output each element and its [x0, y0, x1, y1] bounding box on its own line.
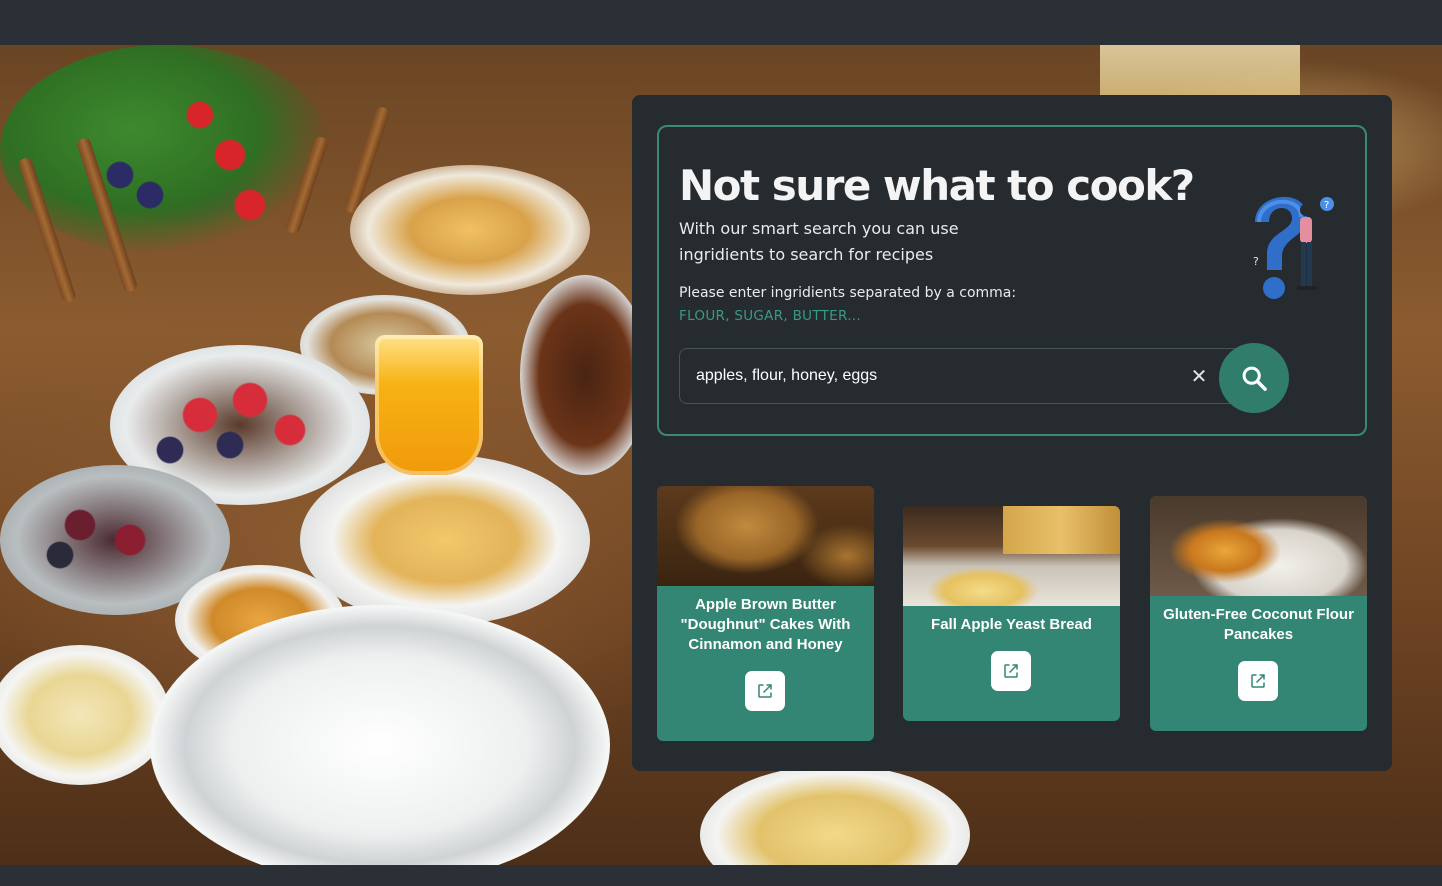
subtitle: With our smart search you can use ingrid…	[679, 219, 959, 264]
search-input[interactable]	[680, 349, 1180, 403]
search-icon	[1242, 366, 1267, 391]
recipe-title: Gluten-Free Coconut Flour Pancakes	[1163, 606, 1354, 643]
open-recipe-button[interactable]	[991, 651, 1031, 691]
recipe-card[interactable]: Gluten-Free Coconut Flour Pancakes	[1150, 496, 1367, 731]
recipe-image	[657, 486, 874, 586]
open-recipe-button[interactable]	[745, 671, 785, 711]
close-icon[interactable]: ✕	[1187, 364, 1211, 388]
bottom-bar	[0, 865, 1442, 886]
pasta-plate	[350, 165, 590, 295]
instruction-text: Please enter ingridients separated by a …	[679, 285, 1017, 301]
pasta-bowl	[300, 455, 590, 625]
recipe-card[interactable]: Fall Apple Yeast Bread	[903, 506, 1120, 721]
svg-text:?: ?	[1324, 200, 1329, 211]
search-card: Not sure what to cook? With our smart se…	[657, 125, 1367, 436]
svg-text:?: ?	[1253, 255, 1259, 268]
meat-plate	[520, 275, 650, 475]
search-button[interactable]	[1219, 343, 1289, 413]
noodle-bowl	[700, 765, 970, 865]
recipe-title: Apple Brown Butter "Doughnut" Cakes With…	[680, 596, 851, 653]
recipe-image	[903, 506, 1120, 606]
open-recipe-button[interactable]	[1238, 661, 1278, 701]
search-panel: Not sure what to cook? With our smart se…	[632, 95, 1392, 771]
ingredient-search-field[interactable]: ✕	[679, 348, 1244, 404]
external-link-icon	[1251, 674, 1265, 688]
recipe-card[interactable]: Apple Brown Butter "Doughnut" Cakes With…	[657, 486, 874, 741]
macaroni-bowl	[0, 645, 170, 785]
external-link-icon	[1004, 664, 1018, 678]
example-text: FLOUR, SUGAR, BUTTER...	[679, 308, 861, 324]
recipe-image	[1150, 496, 1367, 596]
recipe-title: Fall Apple Yeast Bread	[931, 616, 1092, 633]
question-mark-person-illustration: ? ?	[1253, 196, 1334, 299]
juice-glass	[375, 335, 483, 475]
top-bar	[0, 0, 1442, 45]
external-link-icon	[758, 684, 772, 698]
page-title: Not sure what to cook?	[679, 161, 1195, 210]
salad-plate	[150, 605, 610, 865]
